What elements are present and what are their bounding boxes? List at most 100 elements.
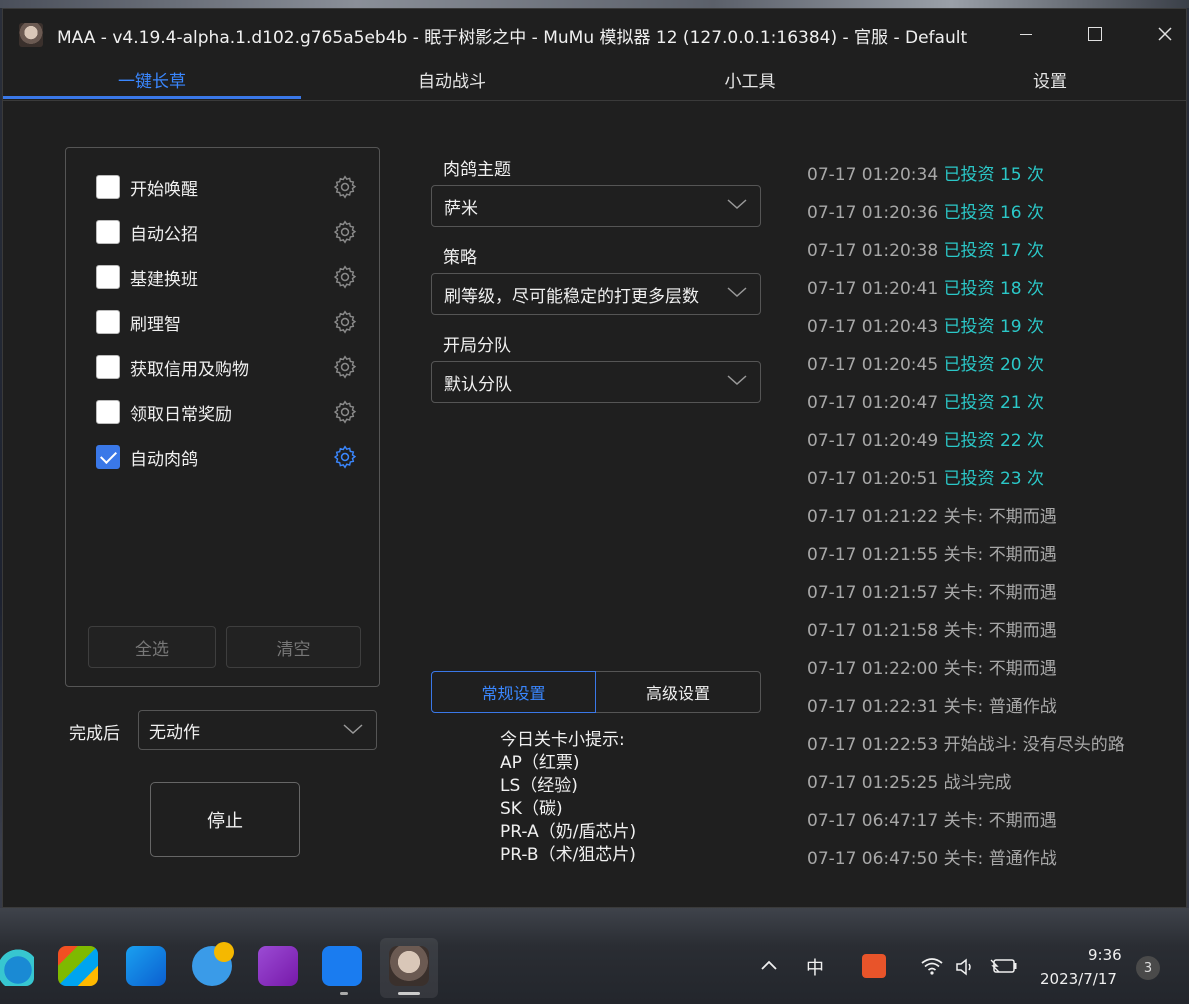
squad-value: 默认分队 — [444, 374, 512, 395]
log-message: 开始战斗: 没有尽头的路 — [943, 735, 1125, 755]
task-label: 开始唤醒 — [130, 179, 198, 200]
volume-icon[interactable] — [955, 958, 975, 976]
log-row: 07-17 01:20:47 已投资 21 次 — [807, 388, 1187, 426]
task-item-fight[interactable]: 刷理智 — [96, 308, 361, 336]
log-timestamp: 07-17 01:22:31 — [807, 697, 944, 717]
hint-line: PR-B（术/狙芯片) — [500, 845, 636, 865]
task-item-infrast[interactable]: 基建换班 — [96, 263, 361, 291]
log-row: 07-17 01:22:31 关卡: 普通作战 — [807, 692, 1187, 730]
task-list-panel: 开始唤醒 自动公招 基建换班 刷理智 获取信用及购物 领取日常奖励 自动肉鸽 全… — [65, 147, 380, 687]
log-row: 07-17 01:22:53 开始战斗: 没有尽头的路 — [807, 730, 1187, 768]
desktop-wallpaper-top — [0, 0, 1189, 8]
onenote-icon[interactable] — [258, 946, 298, 986]
task-checkbox[interactable] — [96, 175, 120, 199]
window-title: MAA - v4.19.4-alpha.1.d102.g765a5eb4b - … — [57, 28, 968, 48]
squad-select[interactable]: 默认分队 — [431, 361, 761, 403]
title-bar[interactable]: MAA - v4.19.4-alpha.1.d102.g765a5eb4b - … — [3, 9, 1186, 59]
task-label: 自动肉鸽 — [130, 449, 198, 470]
gear-icon[interactable] — [332, 264, 358, 290]
clock-time[interactable]: 9:36 — [1088, 946, 1122, 964]
squad-label: 开局分队 — [443, 336, 511, 356]
log-timestamp: 07-17 01:21:57 — [807, 583, 944, 603]
hint-line: AP（红票) — [500, 753, 580, 773]
maa-icon[interactable] — [389, 946, 429, 986]
task-checkbox[interactable] — [96, 355, 120, 379]
log-timestamp: 07-17 06:47:17 — [807, 811, 944, 831]
log-row: 07-17 01:20:45 已投资 20 次 — [807, 350, 1187, 388]
close-button[interactable] — [1145, 19, 1185, 49]
ime-indicator[interactable]: 中 — [806, 954, 824, 980]
log-timestamp: 07-17 01:20:43 — [807, 317, 944, 337]
tab-general-settings[interactable]: 常规设置 — [431, 671, 596, 713]
task-item-roguelike[interactable]: 自动肉鸽 — [96, 443, 361, 471]
azure-icon[interactable] — [126, 946, 166, 986]
gear-icon[interactable] — [332, 444, 358, 470]
edge-icon[interactable] — [0, 946, 34, 986]
log-row: 07-17 01:21:58 关卡: 不期而遇 — [807, 616, 1187, 654]
theme-select[interactable]: 萨米 — [431, 185, 761, 227]
windows-taskbar: 中 9:36 2023/7/17 3 — [0, 938, 1189, 1004]
tab-tools[interactable]: 小工具 — [601, 67, 899, 92]
gear-icon[interactable] — [332, 219, 358, 245]
tab-farming[interactable]: 一键长草 — [3, 67, 301, 92]
clock-date[interactable]: 2023/7/17 — [1040, 970, 1117, 988]
task-label: 自动公招 — [130, 224, 198, 245]
log-timestamp: 07-17 06:47:50 — [807, 849, 944, 869]
task-label: 基建换班 — [130, 269, 198, 290]
main-tabs: 一键长草 自动战斗 小工具 设置 — [3, 59, 1186, 101]
task-item-recruit[interactable]: 自动公招 — [96, 218, 361, 246]
log-panel[interactable]: 07-17 01:20:34 已投资 15 次 07-17 01:20:36 已投… — [807, 160, 1187, 882]
running-indicator — [398, 992, 420, 995]
task-label: 获取信用及购物 — [130, 359, 249, 380]
log-timestamp: 07-17 01:22:00 — [807, 659, 944, 679]
mumu-icon[interactable] — [322, 946, 362, 986]
gear-icon[interactable] — [332, 354, 358, 380]
task-checkbox[interactable] — [96, 265, 120, 289]
stop-button[interactable]: 停止 — [150, 782, 300, 857]
wifi-icon[interactable] — [920, 956, 944, 976]
battery-icon[interactable] — [990, 958, 1018, 974]
task-item-award[interactable]: 领取日常奖励 — [96, 398, 361, 426]
log-timestamp: 07-17 01:20:41 — [807, 279, 944, 299]
strategy-value: 刷等级，尽可能稳定的打更多层数 — [444, 286, 699, 307]
task-item-mall[interactable]: 获取信用及购物 — [96, 353, 361, 381]
gear-icon[interactable] — [332, 309, 358, 335]
after-completion-select[interactable]: 无动作 — [138, 710, 377, 750]
log-message: 关卡: 不期而遇 — [943, 621, 1057, 641]
chevron-up-icon[interactable] — [760, 958, 778, 972]
log-row: 07-17 01:20:51 已投资 23 次 — [807, 464, 1187, 502]
notification-badge[interactable]: 3 — [1136, 956, 1160, 980]
log-message: 已投资 21 次 — [943, 393, 1045, 413]
sogou-icon[interactable] — [862, 954, 886, 978]
task-checkbox[interactable] — [96, 220, 120, 244]
log-row: 07-17 01:20:49 已投资 22 次 — [807, 426, 1187, 464]
gear-icon[interactable] — [332, 174, 358, 200]
chevron-down-icon — [727, 199, 747, 210]
maximize-button[interactable] — [1075, 19, 1115, 49]
task-label: 领取日常奖励 — [130, 404, 232, 425]
tab-advanced-settings[interactable]: 高级设置 — [596, 671, 761, 713]
task-item-wakeup[interactable]: 开始唤醒 — [96, 173, 361, 201]
tab-settings[interactable]: 设置 — [901, 67, 1189, 92]
log-timestamp: 07-17 01:20:47 — [807, 393, 944, 413]
tab-auto-battle[interactable]: 自动战斗 — [303, 67, 601, 92]
store-icon[interactable] — [58, 946, 98, 986]
chevron-down-icon — [727, 375, 747, 386]
theme-value: 萨米 — [444, 198, 478, 219]
task-checkbox[interactable] — [96, 310, 120, 334]
log-timestamp: 07-17 01:20:45 — [807, 355, 944, 375]
task-checkbox[interactable] — [96, 400, 120, 424]
minimize-button[interactable] — [1006, 19, 1046, 49]
clear-button[interactable]: 清空 — [226, 626, 361, 668]
active-tab-indicator — [3, 96, 301, 99]
log-message: 已投资 19 次 — [943, 317, 1045, 337]
log-row: 07-17 01:20:41 已投资 18 次 — [807, 274, 1187, 312]
hint-line: SK（碳) — [500, 799, 563, 819]
task-checkbox[interactable] — [96, 445, 120, 469]
chevron-down-icon — [727, 287, 747, 298]
log-timestamp: 07-17 01:20:51 — [807, 469, 944, 489]
select-all-button[interactable]: 全选 — [88, 626, 216, 668]
after-completion-label: 完成后 — [69, 724, 120, 744]
strategy-select[interactable]: 刷等级，尽可能稳定的打更多层数 — [431, 273, 761, 315]
gear-icon[interactable] — [332, 399, 358, 425]
